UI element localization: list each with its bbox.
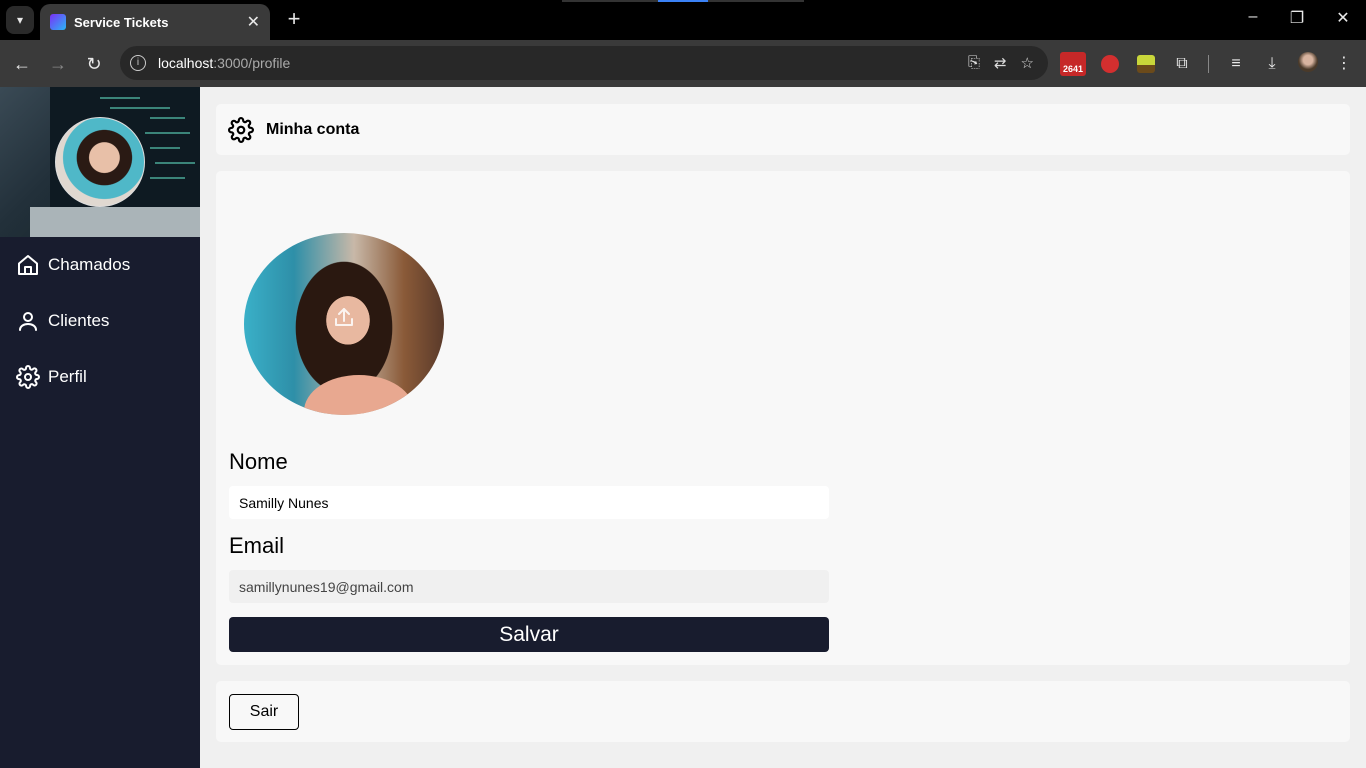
email-label: Email bbox=[229, 533, 285, 558]
save-button[interactable]: Salvar bbox=[229, 617, 829, 652]
sidebar-item-perfil[interactable]: Perfil bbox=[0, 349, 200, 405]
favicon-icon bbox=[50, 14, 66, 30]
sidebar: Chamados Clientes Perfil bbox=[0, 87, 200, 768]
logout-button[interactable]: Sair bbox=[229, 694, 299, 730]
back-button[interactable]: ← bbox=[9, 51, 35, 77]
name-label: Nome bbox=[229, 449, 288, 474]
email-field bbox=[229, 570, 829, 603]
restore-button[interactable]: ❐ bbox=[1282, 8, 1312, 32]
sidebar-avatar bbox=[55, 117, 145, 207]
page-header: Minha conta bbox=[216, 104, 1350, 155]
browser-tab-bar: ▾ Service Tickets ✕ + – ❐ ✕ bbox=[0, 0, 1366, 40]
sidebar-item-clientes[interactable]: Clientes bbox=[0, 293, 200, 349]
loading-indicator bbox=[562, 0, 804, 2]
banner-laptop bbox=[30, 207, 200, 237]
gear-icon bbox=[228, 116, 254, 143]
profile-form: Nome Email Salvar bbox=[216, 171, 1350, 665]
sidebar-item-label: Chamados bbox=[48, 255, 131, 274]
sidebar-item-chamados[interactable]: Chamados bbox=[0, 237, 200, 293]
reload-button[interactable]: ↻ bbox=[81, 51, 107, 77]
media-queue-icon[interactable]: ≡ bbox=[1224, 52, 1248, 76]
toolbar-separator bbox=[1208, 55, 1209, 73]
avatar-photo bbox=[304, 374, 414, 415]
menu-kebab-icon[interactable]: ⋮ bbox=[1332, 52, 1356, 76]
sidebar-banner bbox=[0, 87, 200, 237]
site-info-icon[interactable]: i bbox=[130, 55, 146, 71]
url-path: :3000/profile bbox=[213, 55, 291, 71]
profile-avatar-icon[interactable] bbox=[1298, 52, 1318, 72]
extension-hand-icon[interactable] bbox=[1101, 55, 1119, 73]
minimize-button[interactable]: – bbox=[1238, 8, 1268, 32]
tab-search-button[interactable]: ▾ bbox=[6, 6, 34, 34]
sidebar-nav: Chamados Clientes Perfil bbox=[0, 237, 200, 405]
page-title: Minha conta bbox=[266, 120, 360, 138]
name-field[interactable] bbox=[229, 486, 829, 519]
translate-icon[interactable]: ⇄ bbox=[994, 54, 1007, 72]
extension-badge-icon[interactable]: 2641 bbox=[1060, 52, 1086, 76]
user-icon bbox=[19, 312, 37, 331]
sidebar-item-label: Clientes bbox=[48, 311, 110, 330]
address-bar[interactable]: i localhost:3000/profile ⎘ ⇄ ☆ bbox=[120, 46, 1048, 80]
sidebar-item-label: Perfil bbox=[48, 367, 87, 386]
extensions-puzzle-icon[interactable]: ⧉ bbox=[1170, 52, 1194, 76]
bookmark-star-icon[interactable]: ☆ bbox=[1021, 54, 1034, 72]
browser-tab[interactable]: Service Tickets ✕ bbox=[40, 4, 270, 40]
gear-icon bbox=[16, 365, 40, 389]
upload-icon bbox=[335, 308, 353, 326]
browser-toolbar: ← → ↻ i localhost:3000/profile ⎘ ⇄ ☆ 264… bbox=[0, 40, 1366, 87]
download-icon[interactable]: ⤓ bbox=[1260, 52, 1284, 76]
logout-section: Sair bbox=[216, 681, 1350, 742]
url-host: localhost bbox=[158, 55, 214, 71]
tab-title: Service Tickets bbox=[74, 14, 169, 30]
forward-button[interactable]: → bbox=[45, 51, 71, 77]
tab-close-icon[interactable]: ✕ bbox=[247, 12, 260, 32]
extension-green-icon[interactable] bbox=[1137, 55, 1155, 73]
install-app-icon[interactable]: ⎘ bbox=[968, 54, 980, 72]
close-window-button[interactable]: ✕ bbox=[1328, 8, 1358, 32]
home-icon bbox=[18, 255, 38, 275]
url-text: localhost:3000/profile bbox=[158, 55, 290, 71]
main-content: Minha conta Nome Email Salvar Sair bbox=[200, 87, 1366, 768]
avatar-upload[interactable] bbox=[244, 233, 444, 415]
new-tab-button[interactable]: + bbox=[282, 8, 306, 32]
